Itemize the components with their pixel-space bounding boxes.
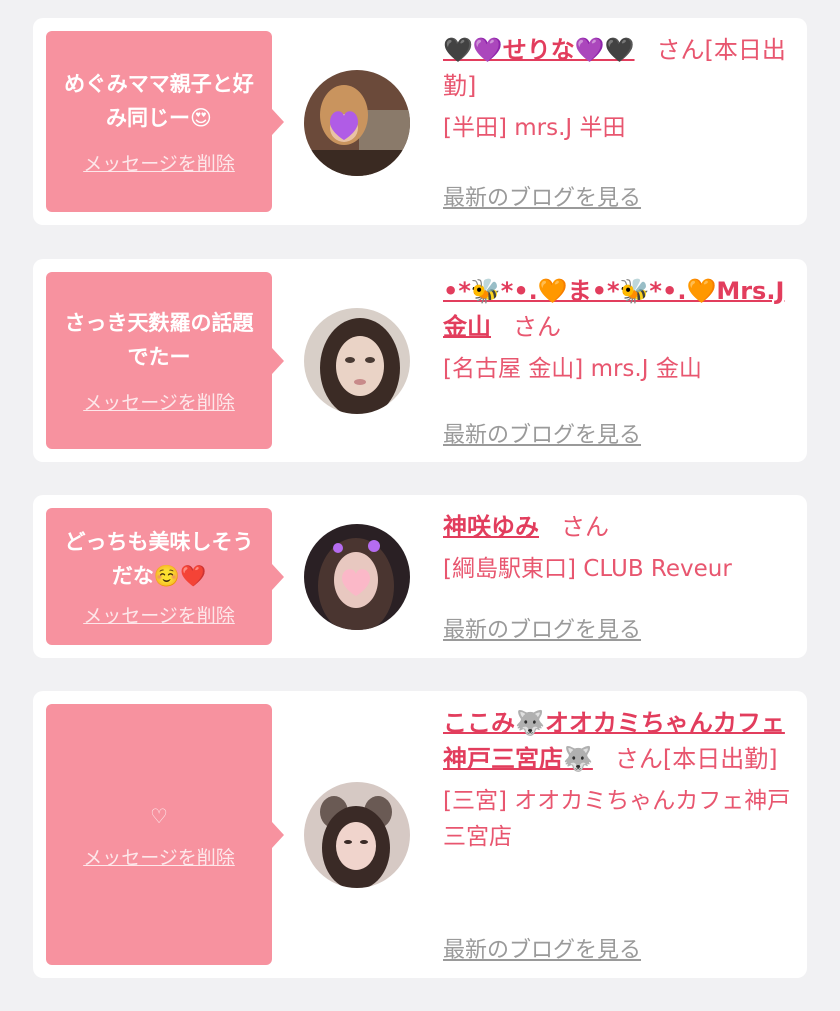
message-text: さっき天麩羅の話題でたー — [64, 311, 254, 369]
delete-message-link[interactable]: メッセージを削除 — [83, 601, 235, 628]
shop-name: [三宮] オオカミちゃんカフェ神戸三宮店 — [443, 788, 791, 850]
cast-info: 神咲ゆみ さん [綱島駅東口] CLUB Reveur — [443, 509, 795, 587]
message-card: どっちも美味しそうだな☺️❤️ メッセージを削除 神咲ゆみ さん [綱島駅東口] … — [33, 495, 807, 658]
delete-message-link[interactable]: メッセージを削除 — [83, 843, 235, 870]
message-bubble: めぐみママ親子と好み同じー😍 メッセージを削除 — [46, 31, 284, 212]
cast-info: 🖤💜せりな💜🖤 さん[本日出勤] [半田] mrs.J 半田 — [443, 32, 795, 146]
message-bubble: さっき天麩羅の話題でたー メッセージを削除 — [46, 272, 284, 449]
message-text: めぐみママ親子と好み同じー😍 — [64, 72, 254, 130]
avatar[interactable] — [304, 70, 410, 176]
latest-blog-link[interactable]: 最新のブログを見る — [443, 417, 641, 449]
avatar[interactable] — [304, 308, 410, 414]
honorific: さん — [561, 513, 609, 541]
honorific: さん — [513, 313, 561, 341]
cast-name-link[interactable]: •*🐝*•.🧡ま•*🐝*•.🧡Mrs.J金山 — [443, 277, 784, 341]
message-text: ♡ — [150, 804, 168, 828]
message-card: ♡ メッセージを削除 ここみ🐺オオカミちゃんカフェ神戸三宮店🐺 さん[本日出勤] … — [33, 691, 807, 978]
message-text: どっちも美味しそうだな☺️❤️ — [64, 530, 254, 588]
message-card: めぐみママ親子と好み同じー😍 メッセージを削除 🖤💜せりな💜🖤 さん[本日出勤] … — [33, 18, 807, 225]
work-status: [本日出勤] — [662, 745, 778, 773]
delete-message-link[interactable]: メッセージを削除 — [83, 388, 235, 415]
cast-name-line: ここみ🐺オオカミちゃんカフェ神戸三宮店🐺 さん[本日出勤] — [443, 705, 795, 777]
shop-name: [名古屋 金山] mrs.J 金山 — [443, 356, 702, 382]
message-bubble: どっちも美味しそうだな☺️❤️ メッセージを削除 — [46, 508, 284, 645]
shop-name: [綱島駅東口] CLUB Reveur — [443, 556, 732, 582]
latest-blog-link[interactable]: 最新のブログを見る — [443, 932, 641, 964]
shop-name: [半田] mrs.J 半田 — [443, 115, 626, 141]
cast-info: •*🐝*•.🧡ま•*🐝*•.🧡Mrs.J金山 さん [名古屋 金山] mrs.J … — [443, 273, 795, 387]
cast-info: ここみ🐺オオカミちゃんカフェ神戸三宮店🐺 さん[本日出勤] [三宮] オオカミちゃ… — [443, 705, 795, 855]
cast-name-line: 🖤💜せりな💜🖤 さん[本日出勤] — [443, 32, 795, 104]
honorific: さん — [656, 36, 705, 64]
delete-message-link[interactable]: メッセージを削除 — [83, 149, 235, 176]
latest-blog-link[interactable]: 最新のブログを見る — [443, 612, 641, 644]
latest-blog-link[interactable]: 最新のブログを見る — [443, 180, 641, 212]
cast-name-line: •*🐝*•.🧡ま•*🐝*•.🧡Mrs.J金山 さん — [443, 273, 795, 345]
avatar[interactable] — [304, 524, 410, 630]
avatar[interactable] — [304, 782, 410, 888]
honorific: さん — [614, 745, 663, 773]
message-card: さっき天麩羅の話題でたー メッセージを削除 •*🐝*•.🧡ま•*🐝*•.🧡Mrs… — [33, 259, 807, 462]
cast-name-link[interactable]: 🖤💜せりな💜🖤 — [443, 36, 635, 64]
cast-name-link[interactable]: 神咲ゆみ — [443, 513, 539, 541]
cast-name-line: 神咲ゆみ さん — [443, 509, 795, 545]
message-bubble: ♡ メッセージを削除 — [46, 704, 284, 965]
